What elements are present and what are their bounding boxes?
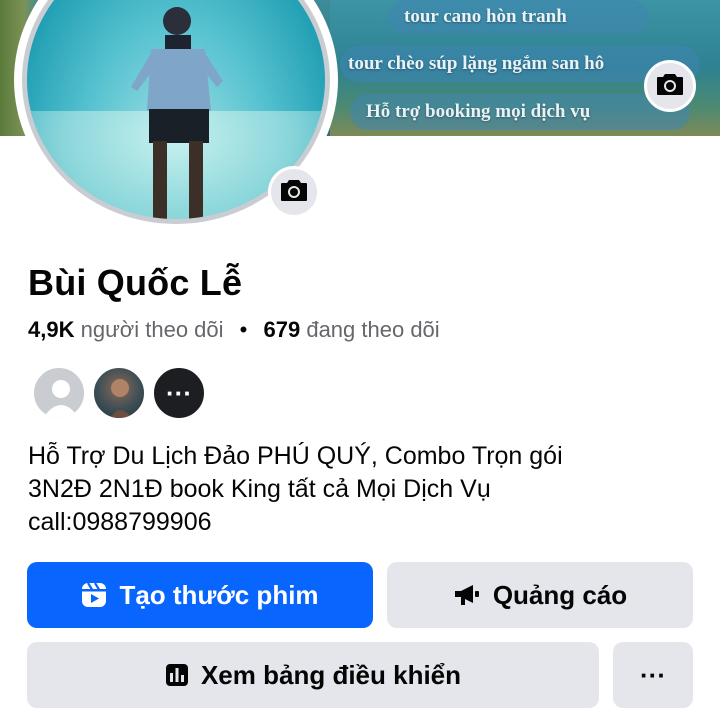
reel-icon [81, 582, 107, 608]
create-reel-label: Tạo thước phim [119, 579, 319, 610]
camera-icon [656, 72, 684, 101]
following-count[interactable]: 679 [263, 317, 300, 342]
profile-name: Bùi Quốc Lễ [28, 262, 243, 303]
bio-line: call:0988799906 [28, 508, 212, 536]
bio-line: Hỗ Trợ Du Lịch Đảo PHÚ QUÝ, Combo Trọn g… [28, 442, 563, 470]
edit-cover-photo-button[interactable] [644, 60, 696, 112]
following-label[interactable]: đang theo dõi [306, 317, 439, 342]
default-user-icon [43, 380, 79, 418]
cover-text-line: Hỗ trợ booking mọi dịch vụ [350, 94, 690, 130]
friend-avatar-photo[interactable] [92, 366, 146, 420]
more-dots-icon: ··· [640, 659, 666, 690]
friend-photo-image [110, 379, 132, 418]
stats-separator: • [239, 317, 248, 342]
camera-icon [280, 178, 308, 207]
followers-count[interactable]: 4,9K [28, 317, 74, 342]
ads-label: Quảng cáo [492, 579, 628, 610]
ads-button[interactable]: Quảng cáo [387, 562, 693, 628]
dashboard-label: Xem bảng điều khiển [200, 659, 462, 690]
megaphone-icon [453, 583, 481, 607]
dashboard-chart-icon [165, 663, 189, 687]
friend-avatar-default[interactable] [32, 366, 86, 420]
followers-label[interactable]: người theo dõi [81, 317, 224, 342]
create-reel-button[interactable]: Tạo thước phim [27, 562, 373, 628]
cover-text-line: tour cano hòn tranh [388, 0, 648, 34]
profile-bio: Hỗ Trợ Du Lịch Đảo PHÚ QUÝ, Combo Trọn g… [28, 440, 688, 539]
bio-line: 3N2Đ 2N1Đ book King tất cả Mọi Dịch Vụ [28, 475, 491, 503]
follow-stats: 4,9K người theo dõi • 679 đang theo dõi [28, 317, 440, 343]
more-options-button[interactable]: ··· [613, 642, 693, 708]
edit-avatar-button[interactable] [268, 166, 320, 218]
more-friends-button[interactable]: ··· [152, 366, 206, 420]
dashboard-button[interactable]: Xem bảng điều khiển [27, 642, 599, 708]
